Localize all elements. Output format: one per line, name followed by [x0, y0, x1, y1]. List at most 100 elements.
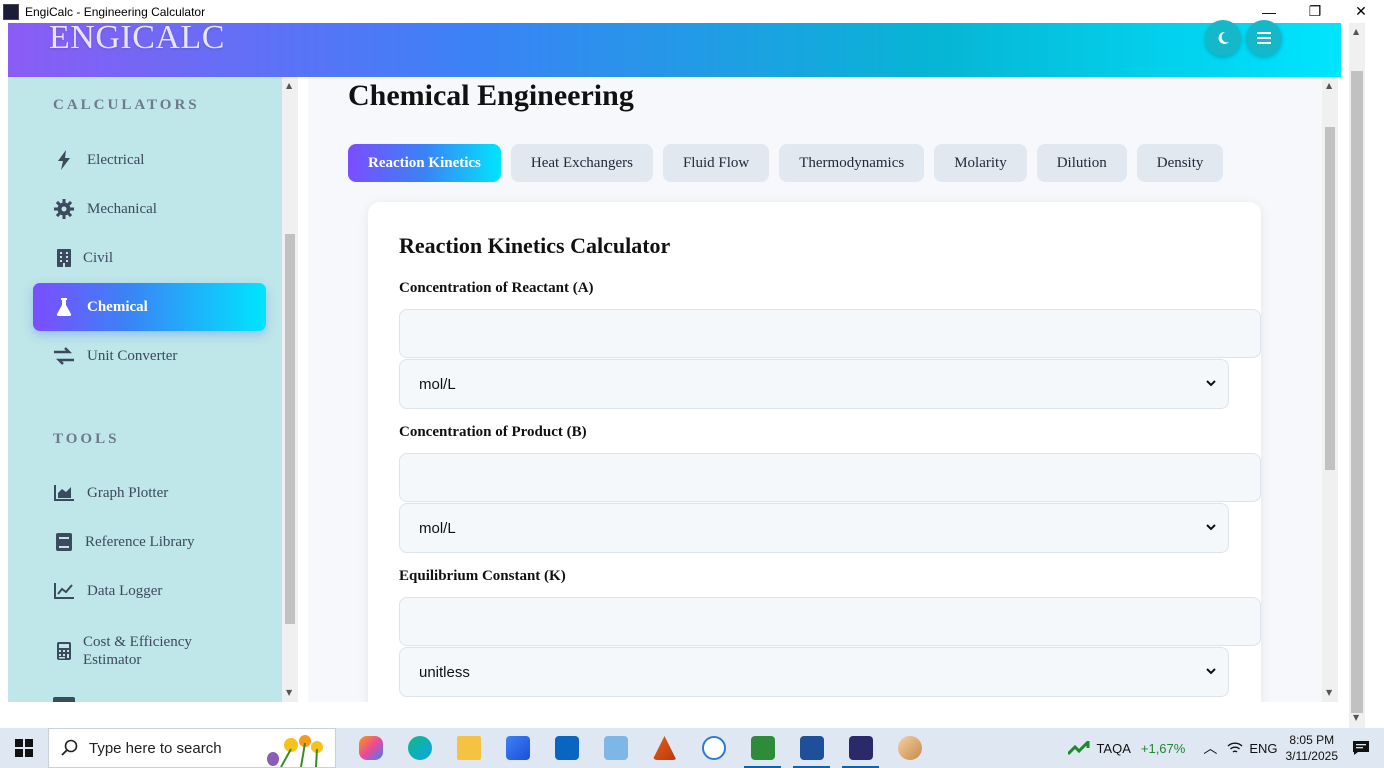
taskbar-app-autodesk[interactable] — [689, 728, 738, 768]
outlook-icon — [554, 736, 579, 760]
tab-dilution[interactable]: Dilution — [1036, 144, 1127, 182]
sidebar-item-label-line1: Cost & Efficiency — [83, 634, 192, 650]
close-button[interactable]: ✕ — [1338, 0, 1384, 23]
bolt-icon — [53, 149, 75, 171]
scroll-down-arrow-icon[interactable]: ▼ — [286, 688, 292, 697]
taskbar-app-project[interactable] — [738, 728, 787, 768]
equilibrium-unit-select[interactable]: unitless — [399, 647, 1229, 697]
notification-icon[interactable] — [1352, 740, 1370, 756]
sidebar-item-label-line2: Estimator — [83, 652, 142, 668]
sidebar-item-cost-efficiency-estimator[interactable]: Cost & Efficiency Estimator — [33, 627, 266, 675]
sidebar-item-label: Electrical — [87, 151, 145, 168]
flask-icon — [53, 296, 75, 318]
sidebar-item-label: Graph Plotter — [87, 484, 169, 501]
app-icon — [3, 3, 19, 20]
calculator-icon — [53, 640, 75, 662]
autodesk-icon — [701, 736, 726, 760]
window-scrollbar[interactable]: ▲ ▼ — [1349, 23, 1365, 728]
taskbar-app-file-explorer[interactable] — [444, 728, 493, 768]
sidebar-item-mechanical[interactable]: Mechanical — [33, 185, 266, 233]
scroll-up-arrow-icon[interactable]: ▲ — [1326, 81, 1332, 90]
folder-icon — [456, 736, 481, 760]
partial-icon — [53, 697, 75, 702]
dark-mode-toggle[interactable] — [1205, 20, 1241, 56]
flowers-icon — [267, 735, 323, 767]
wifi-icon[interactable] — [1227, 741, 1243, 755]
tab-reaction-kinetics[interactable]: Reaction Kinetics — [348, 144, 501, 182]
clock[interactable]: 8:05 PM 3/11/2025 — [1286, 732, 1339, 764]
taskbar-app-matlab[interactable] — [640, 728, 689, 768]
equilibrium-constant-input[interactable] — [399, 597, 1261, 646]
edge-icon — [407, 736, 432, 760]
tab-molarity[interactable]: Molarity — [934, 144, 1027, 182]
sidebar-item-reference-library[interactable]: Reference Library — [33, 518, 266, 566]
chart-app-icon — [750, 736, 775, 760]
scroll-up-arrow-icon[interactable]: ▲ — [286, 81, 292, 90]
maximize-button[interactable]: ❐ — [1292, 0, 1338, 23]
taskbar-app-powershell[interactable] — [787, 728, 836, 768]
start-button[interactable] — [0, 728, 48, 768]
taskbar-app-engicalc[interactable] — [836, 728, 885, 768]
matlab-icon — [652, 736, 677, 760]
calculators-heading: CALCULATORS — [53, 97, 200, 113]
sidebar-item-label: Chemical — [87, 298, 148, 315]
sidebar-item-unit-converter[interactable]: Unit Converter — [33, 332, 266, 380]
product-concentration-label: Concentration of Product (B) — [399, 424, 587, 440]
taskbar-app-copilot[interactable] — [346, 728, 395, 768]
sidebar-item-chemical[interactable]: Chemical — [33, 283, 266, 331]
scroll-down-arrow-icon[interactable]: ▼ — [1326, 688, 1332, 697]
sidebar-item-data-logger[interactable]: Data Logger — [33, 567, 266, 615]
sidebar-item-label: Civil — [83, 249, 114, 266]
hamburger-icon — [1257, 32, 1271, 44]
reactant-concentration-label: Concentration of Reactant (A) — [399, 280, 594, 296]
tab-thermodynamics[interactable]: Thermodynamics — [779, 144, 925, 182]
sidebar: CALCULATORS Electrical Mechanical Civil … — [8, 77, 282, 702]
menu-button[interactable] — [1246, 20, 1282, 56]
main-scroll-thumb[interactable] — [1325, 127, 1335, 470]
scroll-up-arrow-icon[interactable]: ▲ — [1353, 27, 1359, 36]
chevron-down-icon — [1206, 668, 1216, 675]
window-scroll-thumb[interactable] — [1351, 71, 1363, 713]
search-icon — [61, 739, 78, 756]
exchange-icon — [53, 345, 75, 367]
sidebar-item-civil[interactable]: Civil — [33, 234, 266, 282]
calculator-title: Reaction Kinetics Calculator — [399, 233, 671, 258]
stock-name[interactable]: TAQA — [1096, 741, 1130, 756]
main-scrollbar[interactable]: ▲ ▼ — [1322, 77, 1338, 702]
reactant-concentration-input[interactable] — [399, 309, 1261, 358]
palette-icon — [897, 736, 922, 760]
sidebar-scroll-thumb[interactable] — [285, 234, 295, 624]
stock-trend-icon[interactable] — [1068, 741, 1090, 755]
language-indicator[interactable]: ENG — [1249, 741, 1277, 756]
store-icon — [505, 736, 530, 760]
sidebar-item-electrical[interactable]: Electrical — [33, 136, 266, 184]
taskbar-app-remote-desktop[interactable] — [591, 728, 640, 768]
windows-icon — [15, 739, 33, 757]
taskbar-app-paint[interactable] — [885, 728, 934, 768]
product-unit-select[interactable]: mol/L — [399, 503, 1229, 553]
product-unit-value: mol/L — [419, 519, 456, 537]
product-concentration-input[interactable] — [399, 453, 1261, 502]
reactant-unit-select[interactable]: mol/L — [399, 359, 1229, 409]
gear-icon — [53, 198, 75, 220]
taskbar-app-outlook[interactable] — [542, 728, 591, 768]
sidebar-item-label: Cost & Efficiency Estimator — [83, 633, 192, 669]
sidebar-scrollbar[interactable]: ▲ ▼ — [282, 77, 298, 702]
system-tray: TAQA +1,67% ︿ ENG 8:05 PM 3/11/2025 — [1068, 728, 1384, 768]
stock-change[interactable]: +1,67% — [1141, 741, 1185, 756]
taskbar-app-store[interactable] — [493, 728, 542, 768]
minimize-button[interactable]: — — [1246, 0, 1292, 23]
monitor-icon — [603, 736, 628, 760]
app-logo[interactable]: ENGICALC — [49, 19, 225, 57]
main-content: Chemical Engineering Reaction Kinetics H… — [308, 77, 1322, 702]
tab-fluid-flow[interactable]: Fluid Flow — [662, 144, 770, 182]
tab-density[interactable]: Density — [1136, 144, 1224, 182]
sidebar-item-label: Mechanical — [87, 200, 157, 217]
moon-icon — [1218, 31, 1229, 44]
taskbar-app-edge[interactable] — [395, 728, 444, 768]
tab-heat-exchangers[interactable]: Heat Exchangers — [510, 144, 653, 182]
chevron-up-icon[interactable]: ︿ — [1203, 738, 1217, 758]
scroll-down-arrow-icon[interactable]: ▼ — [1353, 713, 1359, 722]
sidebar-item-graph-plotter[interactable]: Graph Plotter — [33, 469, 266, 517]
taskbar-search[interactable]: Type here to search — [48, 728, 336, 768]
